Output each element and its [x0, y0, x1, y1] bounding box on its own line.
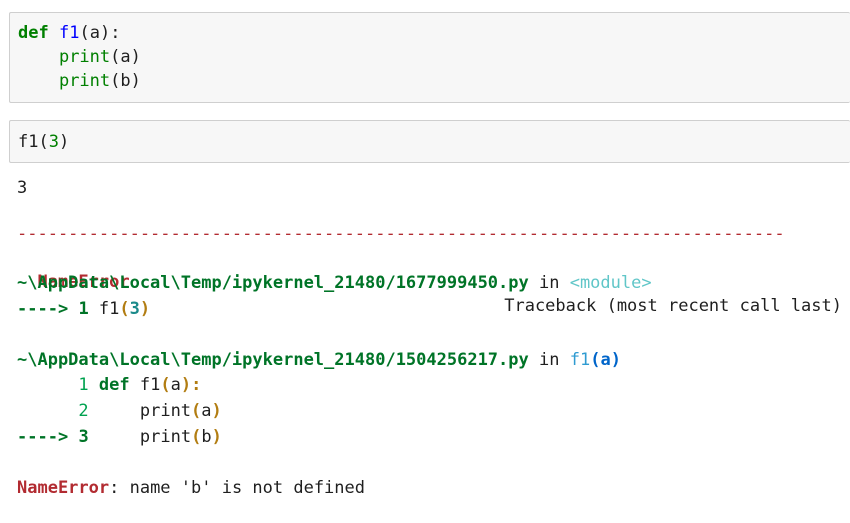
- traceback-divider: ----------------------------------------…: [17, 224, 785, 244]
- code-line-2: print(a): [58, 47, 141, 67]
- code-line-1: def f1(a):: [18, 23, 121, 43]
- traceback-frame-2-line-3: ----> 3 print(b): [17, 427, 222, 447]
- error-message: NameError: name 'b' is not defined: [17, 478, 365, 498]
- traceback-frame-2-line-1: 1 def f1(a):: [78, 375, 202, 395]
- code-line-3: print(b): [58, 71, 141, 91]
- code-cell-1[interactable]: def f1(a): print(a) print(b): [9, 12, 850, 103]
- traceback-label: Traceback (most recent call last): [504, 296, 842, 316]
- code-cell-2[interactable]: f1(3): [9, 120, 850, 163]
- stdout-output: 3: [17, 178, 28, 198]
- traceback-frame-2-line-2: 2 print(a): [78, 401, 222, 421]
- code-line-call: f1(3): [18, 132, 70, 152]
- traceback-frame-2: ~\AppData\Local\Temp/ipykernel_21480/150…: [17, 350, 621, 370]
- traceback-frame-1-line: ----> 1 f1(3): [17, 299, 151, 319]
- traceback-frame-1: ~\AppData\Local\Temp/ipykernel_21480/167…: [17, 273, 652, 293]
